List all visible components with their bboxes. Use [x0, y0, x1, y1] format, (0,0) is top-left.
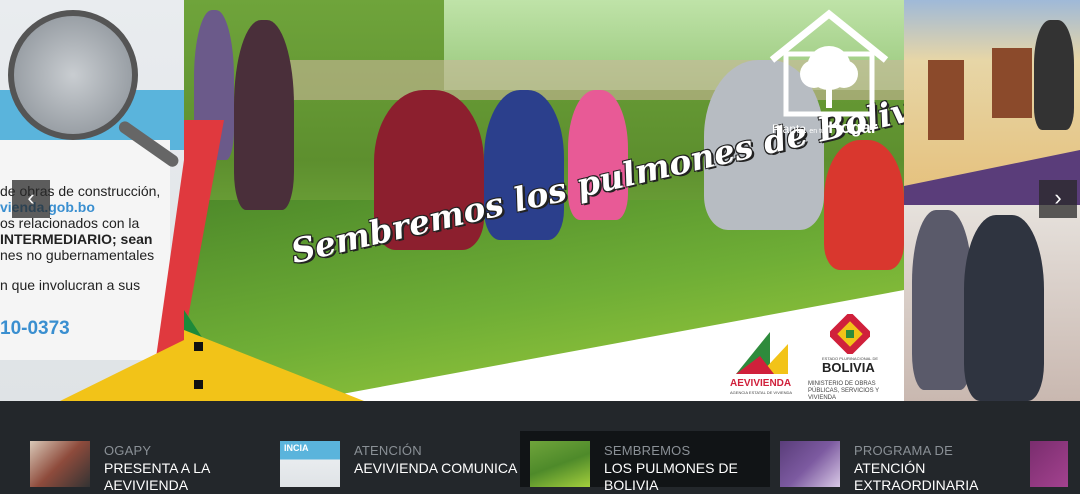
news-thumbnail-active[interactable]: SEMBREMOS LOS PULMONES DE BOLIVIA	[520, 431, 770, 493]
ministry-name: MINISTERIO DE OBRAS PÚBLICAS, SERVICIOS …	[808, 381, 880, 401]
carousel-next-button[interactable]: ›	[1039, 180, 1077, 218]
news-thumbnail-image: INCIA	[280, 441, 340, 487]
news-category: PROGRAMA DE	[854, 443, 953, 458]
news-thumbnail-text: OGAPY PRESENTA A LA AEVIVIENDA	[104, 443, 270, 494]
news-thumbnail-text: SEMBREMOS LOS PULMONES DE BOLIVIA	[604, 443, 770, 494]
thumbnail-banner-text: INCIA	[284, 443, 309, 453]
slide-text-line: n que involucran a sus	[0, 277, 141, 293]
news-thumbnail[interactable]: PROGRAMA DE ATENCIÓN EXTRAORDINARIA	[770, 431, 1020, 493]
news-thumbnail[interactable]: INCIA ATENCIÓN AEVIVIENDA COMUNICA	[270, 431, 520, 487]
news-category: SEMBREMOS	[604, 443, 691, 458]
photo-child	[824, 140, 904, 270]
flag-stripe-yellow	[184, 330, 364, 401]
aevivienda-subtitle: AGENCIA ESTATAL DE VIVIENDA	[730, 390, 793, 395]
photo-person	[964, 215, 1044, 401]
house-tree-logo-icon	[769, 9, 889, 117]
slide-text-line: INTERMEDIARIO; sean	[0, 231, 153, 247]
news-title: PRESENTA A LA AEVIVIENDA	[104, 460, 210, 493]
logo-word-en-tu: en tu	[809, 128, 825, 135]
news-title: LOS PULMONES DE BOLIVIA	[604, 460, 738, 493]
news-thumbnail-text: PROGRAMA DE ATENCIÓN EXTRAORDINARIA	[854, 443, 1020, 494]
active-slide[interactable]: Sembremos los pulmones de Bolivia Planta…	[184, 0, 904, 401]
news-title: ATENCIÓN EXTRAORDINARIA	[854, 460, 979, 493]
news-thumbnail-image	[30, 441, 90, 487]
news-thumbnail-image	[1030, 441, 1068, 487]
bolivia-seal-icon	[830, 314, 870, 354]
carousel-prev-button[interactable]: ‹	[12, 180, 50, 218]
hero-carousel: de obras de construcción, vienda.gob.bo …	[0, 0, 1080, 401]
logo-word-planta: Planta	[772, 122, 807, 136]
photo-person	[1034, 20, 1074, 130]
aevivienda-name: AEVIVIENDA	[730, 378, 792, 389]
news-category: ATENCIÓN	[354, 443, 422, 458]
bolivia-name: BOLIVIA	[822, 360, 875, 375]
news-thumbnail[interactable]: OGAPY PRESENTA A LA AEVIVIENDA	[20, 431, 270, 493]
magnifier-icon	[8, 10, 138, 140]
photo-person	[912, 210, 972, 390]
logo-word-hogar: Hogar	[828, 118, 878, 137]
flag-stripe-red	[184, 120, 224, 340]
photo-door	[928, 60, 964, 140]
news-title: AEVIVIENDA COMUNICA	[354, 460, 518, 476]
slide-text-line: nes no gubernamentales	[0, 247, 155, 263]
news-thumbnail-image	[530, 441, 590, 487]
plant-at-home-logo-text: Planta en tu Hogar	[772, 118, 877, 138]
news-thumbnail-strip: OGAPY PRESENTA A LA AEVIVIENDA INCIA ATE…	[0, 401, 1080, 493]
news-thumbnail-partial[interactable]	[1020, 431, 1080, 487]
news-thumbnail-image	[780, 441, 840, 487]
photo-child	[234, 20, 294, 210]
slide-phone-number: 10-0373	[0, 318, 70, 339]
news-thumbnail-text: ATENCIÓN AEVIVIENDA COMUNICA	[354, 443, 517, 477]
decor-square	[194, 380, 203, 389]
news-category: OGAPY	[104, 443, 152, 458]
photo-door	[992, 48, 1032, 118]
decor-square	[194, 342, 203, 351]
flag-stripe-yellow	[60, 340, 184, 401]
